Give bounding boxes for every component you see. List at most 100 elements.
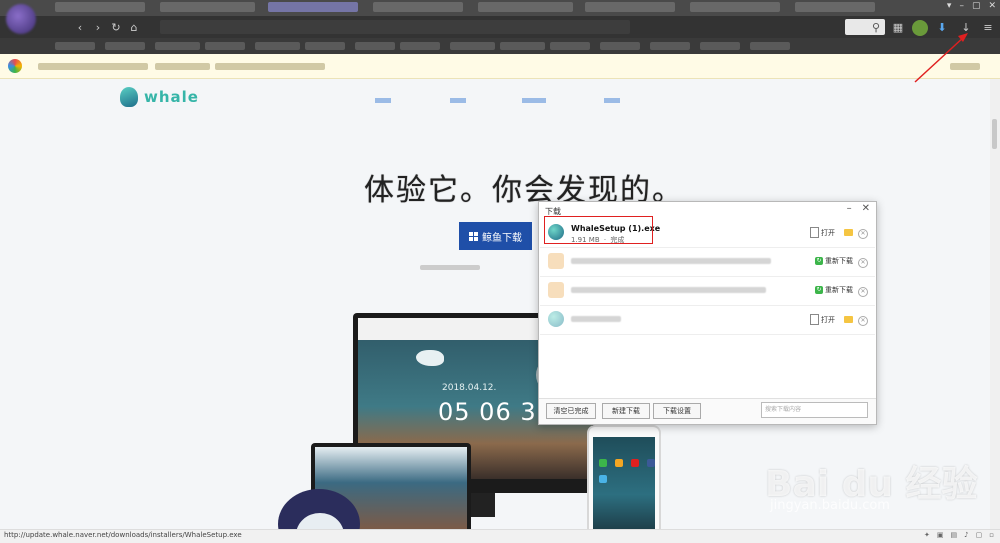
download-manager-icon[interactable]: ⬇ (934, 20, 950, 36)
open-button[interactable]: 打开 (810, 227, 835, 238)
nav-item[interactable] (375, 98, 391, 103)
download-item[interactable]: 打开 ✕ (540, 305, 875, 335)
file-icon (548, 282, 564, 298)
tab-icon[interactable]: ▣ (937, 531, 944, 539)
file-icon (548, 253, 564, 269)
delete-icon[interactable]: ✕ (858, 287, 868, 297)
delete-icon[interactable]: ✕ (858, 229, 868, 239)
bookmark-item[interactable] (305, 42, 345, 50)
download-search-input[interactable]: 搜索下载内容 (761, 402, 868, 418)
bookmark-item[interactable] (400, 42, 440, 50)
address-bar[interactable] (160, 20, 630, 34)
bookmark-item[interactable] (600, 42, 640, 50)
zoom-icon[interactable]: ▫ (989, 531, 994, 539)
redownload-button[interactable]: ↻ 重新下载 (815, 256, 853, 266)
download-filename (571, 316, 621, 322)
download-filename (571, 258, 771, 264)
close-icon[interactable]: ✕ (988, 1, 996, 11)
bookmark-item[interactable] (205, 42, 245, 50)
browser-tab[interactable] (690, 2, 780, 12)
download-item[interactable]: ↻ 重新下载 ✕ (540, 247, 875, 277)
phone-app-icon (599, 475, 607, 483)
browser-tab[interactable] (373, 2, 463, 12)
page-scrollbar[interactable] (990, 79, 1000, 529)
bookmark-item[interactable] (255, 42, 300, 50)
bookmark-item[interactable] (550, 42, 590, 50)
browser-tab[interactable] (585, 2, 675, 12)
whale-file-icon (548, 311, 564, 327)
notice-bar (0, 54, 1000, 79)
baidu-watermark-url: jingyan.baidu.com (770, 498, 890, 513)
clock-time: 05 06 33 (438, 398, 553, 426)
refresh-icon[interactable]: ↻ (108, 20, 124, 36)
folder-icon[interactable] (844, 229, 853, 236)
download-arrow-icon[interactable]: ↓ (958, 20, 974, 36)
browser-tab[interactable] (160, 2, 255, 12)
redownload-button[interactable]: ↻ 重新下载 (815, 285, 853, 295)
whale-logo[interactable]: whale (120, 87, 199, 107)
delete-icon[interactable]: ✕ (858, 258, 868, 268)
download-button-label: 鲸鱼下载 (482, 232, 522, 244)
download-dialog-footer: 清空已完成 新建下载 下载设置 搜索下载内容 (539, 398, 876, 424)
whale-logo-icon (120, 87, 138, 107)
notice-text (155, 63, 210, 70)
phone-illustration (587, 425, 661, 529)
maximize-icon[interactable]: ▢ (972, 1, 981, 11)
notice-close[interactable] (950, 63, 980, 70)
highlight-box (544, 216, 653, 244)
download-item[interactable]: ↻ 重新下载 ✕ (540, 276, 875, 306)
capture-icon[interactable]: ▤ (951, 531, 958, 539)
browser-tab-active[interactable] (268, 2, 358, 12)
window-menu-icon[interactable]: ▾ (947, 1, 952, 11)
status-icons: ✦ ▣ ▤ ♪ ▢ ▫ (924, 531, 994, 539)
open-button[interactable]: 打开 (810, 314, 835, 325)
scroll-thumb[interactable] (992, 119, 997, 149)
bookmarks-bar (0, 38, 1000, 54)
dialog-close-icon[interactable]: ✕ (862, 203, 870, 214)
refresh-icon: ↻ (815, 257, 823, 265)
bookmark-item[interactable] (500, 42, 545, 50)
bookmark-item[interactable] (700, 42, 740, 50)
bookmark-item[interactable] (750, 42, 790, 50)
window-icon[interactable]: ▢ (976, 531, 983, 539)
folder-icon[interactable] (844, 316, 853, 323)
browser-tab[interactable] (478, 2, 573, 12)
clear-completed-button[interactable]: 清空已完成 (546, 403, 596, 419)
download-button[interactable]: 鲸鱼下载 (459, 222, 532, 250)
menu-icon[interactable]: ≡ (980, 20, 996, 36)
nav-item[interactable] (522, 98, 546, 103)
download-settings-button[interactable]: 下载设置 (653, 403, 701, 419)
bookmark-item[interactable] (55, 42, 95, 50)
bookmark-item[interactable] (650, 42, 690, 50)
nav-item[interactable] (450, 98, 466, 103)
back-icon[interactable]: ‹ (72, 20, 88, 36)
delete-icon[interactable]: ✕ (858, 316, 868, 326)
nav-item[interactable] (604, 98, 620, 103)
phone-screen (593, 437, 655, 529)
browser-tab[interactable] (55, 2, 145, 12)
redownload-button-label: 重新下载 (825, 257, 853, 265)
tab-bar: ▾ – ▢ ✕ (0, 0, 1000, 16)
speaker-icon[interactable]: ♪ (964, 531, 968, 539)
browser-logo-icon[interactable] (6, 4, 36, 34)
dialog-minimize-icon[interactable]: – (847, 203, 852, 214)
bookmark-item[interactable] (155, 42, 200, 50)
new-download-button[interactable]: 新建下载 (602, 403, 650, 419)
pin-icon[interactable]: ✦ (924, 531, 930, 539)
platform-note (420, 263, 480, 272)
notice-link[interactable] (215, 63, 325, 70)
home-icon[interactable]: ⌂ (126, 20, 142, 36)
search-icon[interactable]: ⚲ (868, 20, 884, 36)
bookmark-item[interactable] (450, 42, 495, 50)
dialog-window-controls: – ✕ (847, 203, 870, 214)
status-url: http://update.whale.naver.net/downloads/… (4, 531, 242, 539)
forward-icon[interactable]: › (90, 20, 106, 36)
browser-tab[interactable] (795, 2, 875, 12)
bookmark-item[interactable] (355, 42, 395, 50)
open-button-label: 打开 (821, 315, 835, 324)
window-controls: ▾ – ▢ ✕ (947, 1, 996, 11)
minimize-icon[interactable]: – (959, 1, 964, 11)
bookmark-item[interactable] (105, 42, 145, 50)
user-icon[interactable] (912, 20, 928, 36)
grid-icon[interactable]: ▦ (890, 20, 906, 36)
